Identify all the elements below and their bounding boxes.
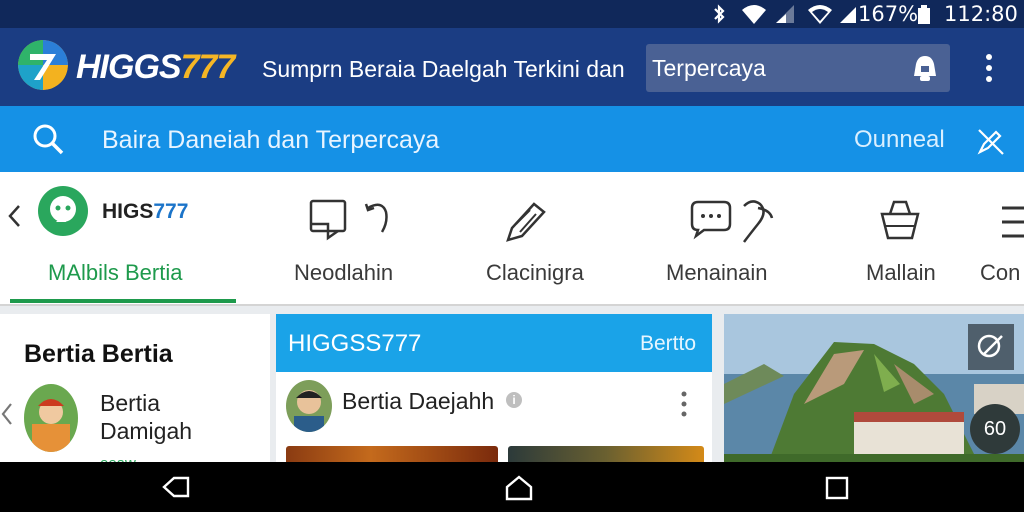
category-tabs: HIGS777 MAlbils Bertia Neodlahin Clacini…	[0, 172, 1024, 306]
brand-logo-icon	[38, 186, 88, 236]
close-icon[interactable]	[968, 324, 1014, 370]
card-header-label[interactable]: Bertto	[640, 332, 696, 356]
status-bar: 167% 112:80	[0, 0, 1024, 28]
system-nav-bar	[0, 462, 1024, 512]
landscape-image[interactable]: 60	[724, 314, 1024, 462]
panel-title: Bertia Bertia	[24, 340, 173, 368]
tab-label: Menainain	[666, 260, 768, 285]
chat-icon	[690, 200, 774, 243]
avatar	[286, 380, 332, 432]
home-icon[interactable]	[504, 475, 534, 501]
tab-label: Clacinigra	[486, 260, 584, 285]
battery-percent: 167%	[858, 2, 919, 26]
more-vert-icon[interactable]	[978, 52, 1000, 84]
search-text[interactable]: Baira Daneiah dan Terpercaya	[102, 126, 439, 154]
tab-label: Mallain	[866, 260, 936, 285]
bluetooth-icon	[714, 4, 725, 24]
active-tab-indicator	[10, 299, 236, 303]
chevron-left-icon[interactable]	[0, 400, 14, 428]
more-vert-icon[interactable]	[680, 390, 688, 418]
search-bar[interactable]: Baira Daneiah dan Terpercaya Ounneal	[0, 106, 1024, 172]
tab-label: Neodlahin	[294, 260, 394, 285]
menu-icon	[1002, 206, 1024, 238]
tab-neodlahin[interactable]: Neodlahin	[280, 172, 420, 304]
tab-con[interactable]: Con	[976, 172, 1024, 304]
count-badge: 60	[970, 404, 1020, 454]
wifi-icon	[808, 5, 832, 24]
content-area: Bertia Bertia Bertia Damigah ooaw HIGGSS…	[0, 306, 1024, 462]
search-icon[interactable]	[32, 123, 64, 155]
brand-name: HIGGS777	[76, 48, 236, 86]
signal-icon	[840, 7, 856, 23]
card-title: HIGGSS777	[288, 330, 422, 357]
search-right-link[interactable]: Ounneal	[854, 126, 945, 154]
signal-icon	[776, 5, 794, 23]
author-first-line: Bertia	[100, 390, 161, 416]
tab-label: Con	[980, 260, 1021, 285]
header-tagline: Sumprn Beraia Daelgah Terkini dan	[262, 56, 625, 82]
basket-icon	[880, 200, 920, 240]
card-thumbnail[interactable]	[508, 446, 704, 462]
card-thumbnail[interactable]	[286, 446, 498, 462]
tab-menainain[interactable]: Menainain	[660, 172, 800, 304]
app-header: HIGGS777 Sumprn Beraia Daelgah Terkini d…	[0, 28, 1024, 106]
pen-icon	[506, 202, 546, 242]
bell-icon[interactable]	[908, 52, 940, 84]
card-header: HIGGSS777 Bertto	[276, 314, 712, 372]
header-search-value: Terpercaya	[652, 55, 766, 81]
tab-clacinigra[interactable]: Clacinigra	[470, 172, 610, 304]
tab-mallain[interactable]: Mallain	[850, 172, 960, 304]
battery-icon	[918, 5, 930, 24]
clock: 112:80	[944, 2, 1018, 26]
news-card[interactable]: HIGGSS777 Bertto Bertia Daejahh i	[276, 314, 712, 462]
author-second-line: Damigah	[100, 418, 193, 444]
info-icon[interactable]: i	[506, 392, 522, 408]
recents-icon[interactable]	[824, 475, 850, 501]
avatar	[24, 384, 78, 452]
brand-logo-icon[interactable]	[18, 40, 68, 90]
brand-number: 777	[180, 48, 236, 86]
tab-brand[interactable]: HIGS777 MAlbils Bertia	[0, 172, 240, 304]
brand-text: HIGGS	[76, 48, 182, 86]
tab-brand-name: HIGS777	[102, 200, 188, 224]
wifi-icon	[742, 5, 766, 24]
tab-brand-number: 777	[153, 200, 189, 223]
back-icon[interactable]	[160, 475, 192, 499]
card-author: Bertia Daejahh	[342, 388, 495, 414]
tab-brand-text: HIGS	[102, 200, 154, 223]
left-news-panel[interactable]: Bertia Bertia Bertia Damigah ooaw	[0, 314, 270, 462]
header-search-field[interactable]: Terpercaya	[646, 44, 950, 92]
tab-label: MAlbils Bertia	[48, 260, 183, 285]
edit-off-icon[interactable]	[976, 126, 1006, 156]
folder-redo-icon	[309, 199, 388, 241]
